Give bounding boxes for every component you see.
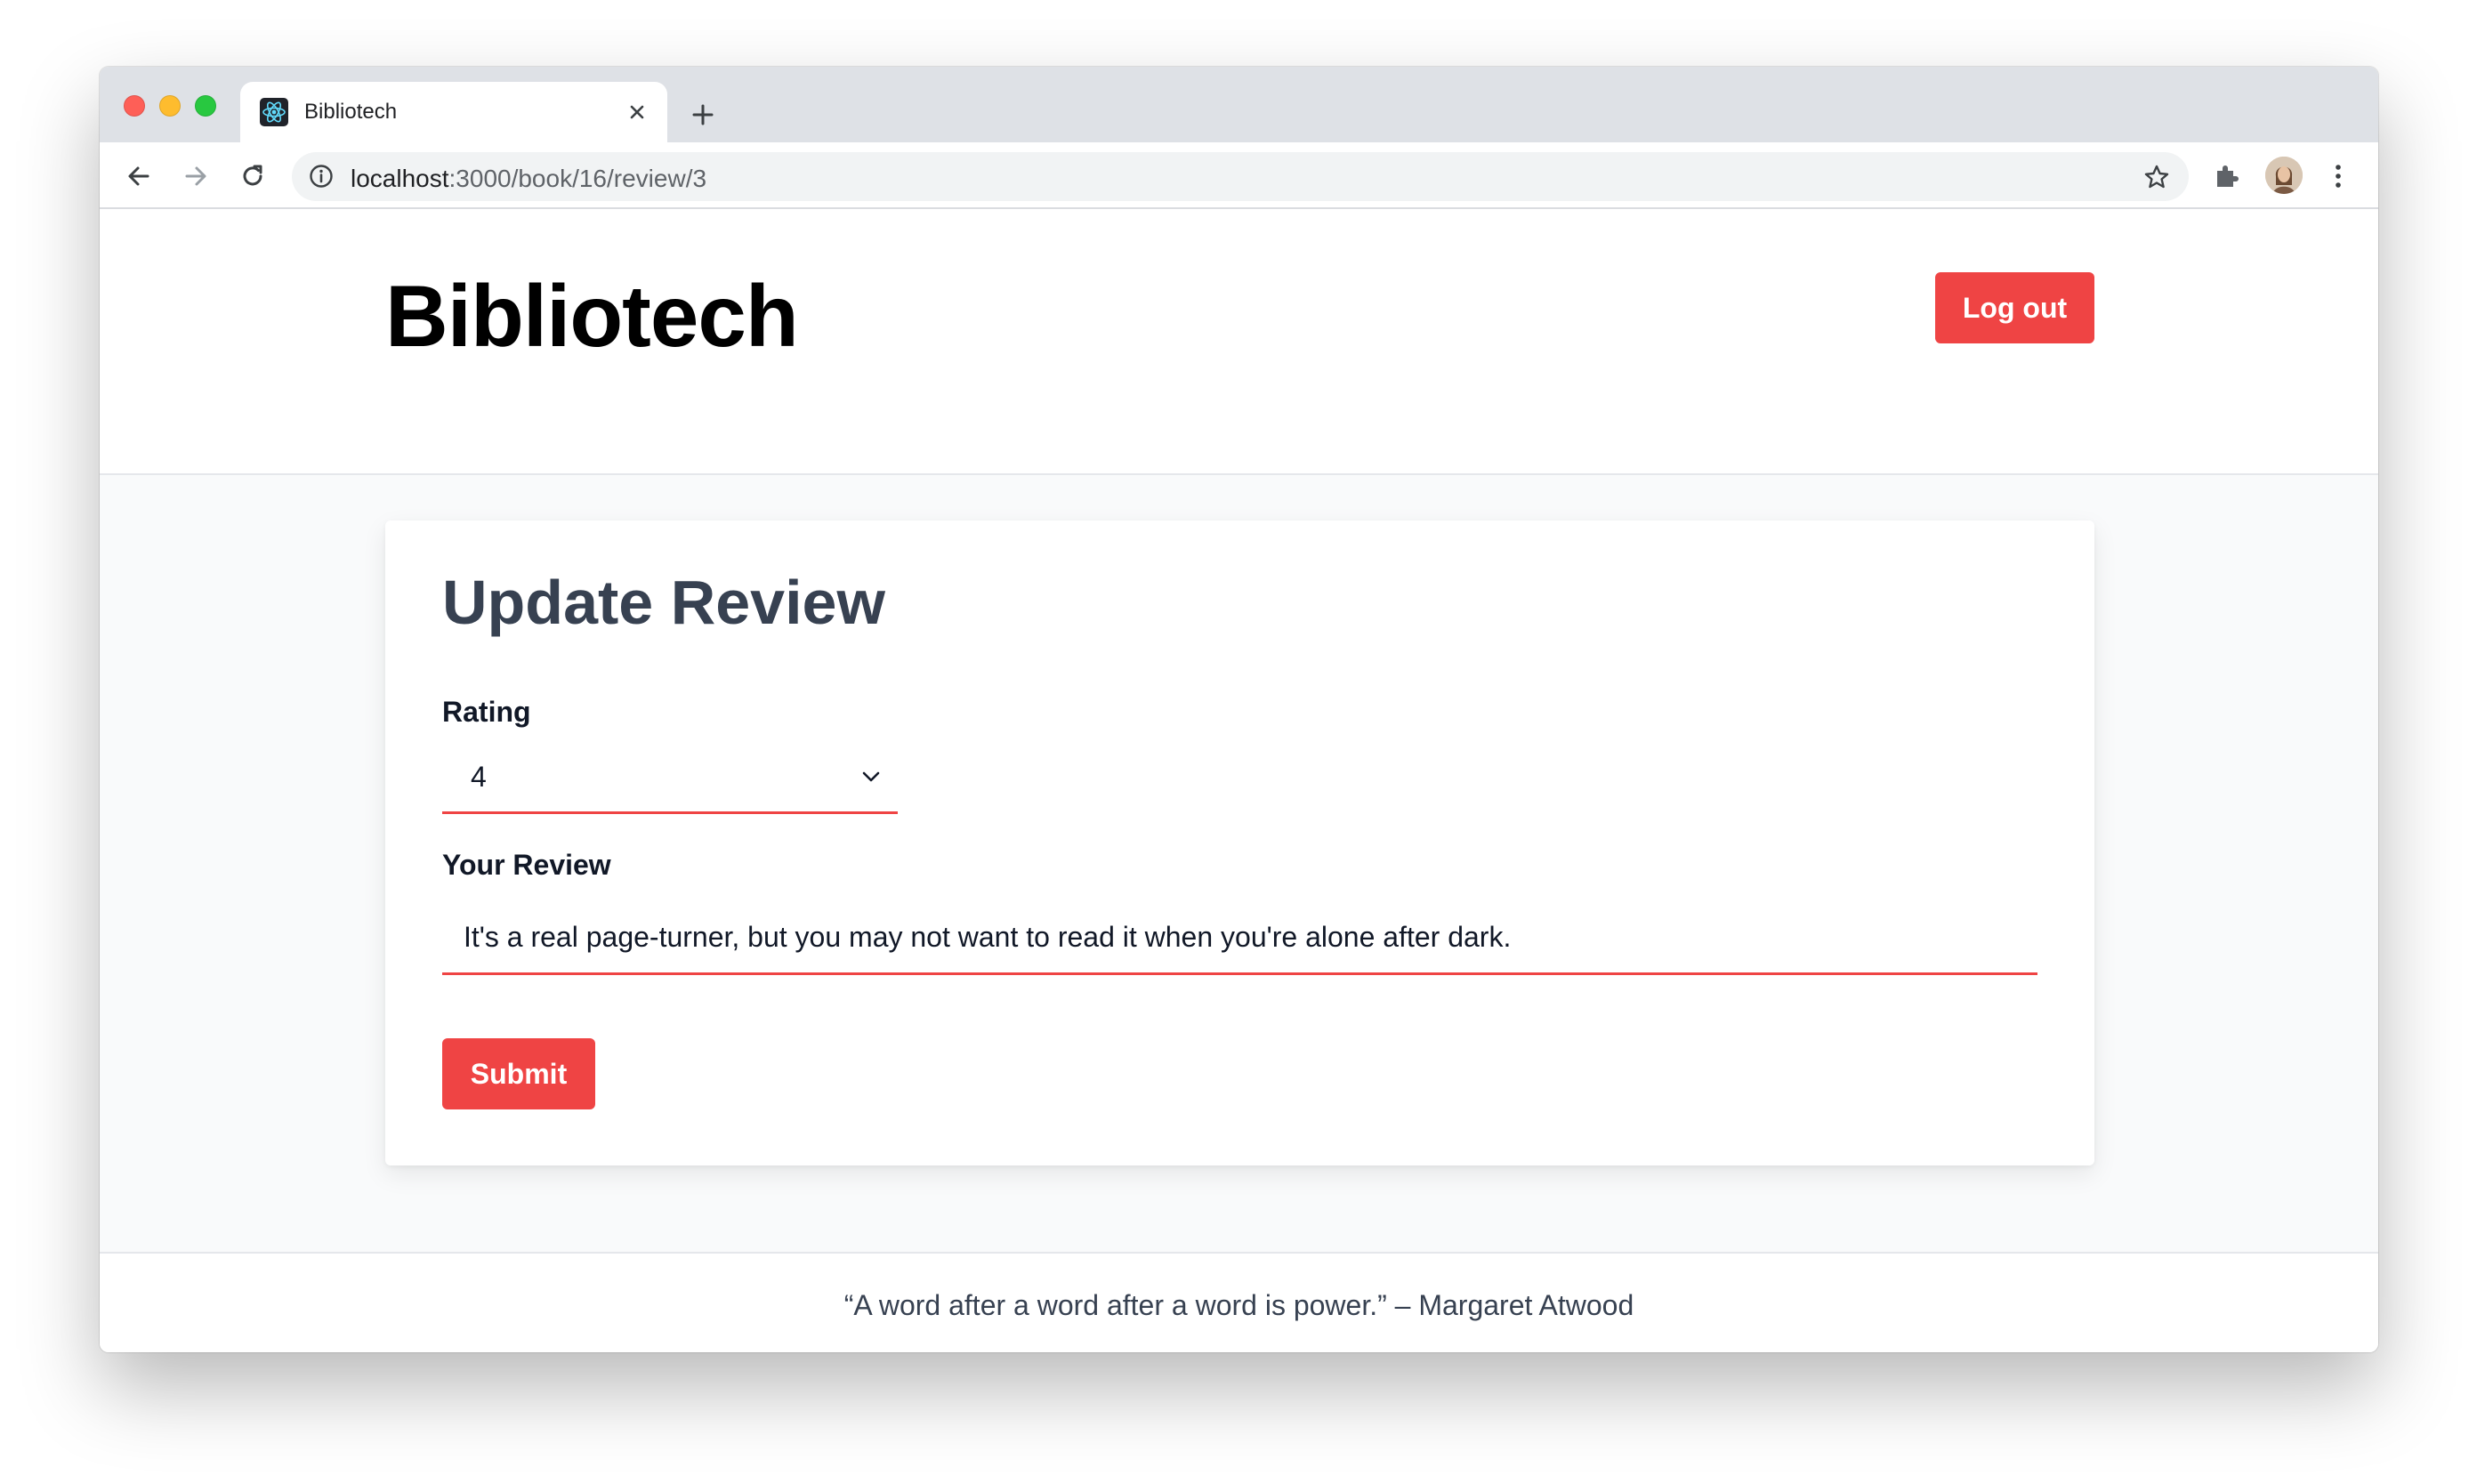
new-tab-plus-icon[interactable]: [685, 97, 721, 133]
chevron-down-icon: [859, 764, 883, 789]
close-window-button[interactable]: [124, 95, 145, 117]
browser-toolbar: localhost:3000/book/16/review/3: [100, 142, 2378, 209]
page-title: Update Review: [442, 568, 885, 637]
site-header: Bibliotech Log out: [100, 209, 2378, 475]
address-bar[interactable]: localhost:3000/book/16/review/3: [292, 152, 2189, 201]
url-path: :3000/book/16/review/3: [448, 165, 707, 192]
extensions-puzzle-icon[interactable]: [2208, 158, 2244, 194]
review-label: Your Review: [442, 849, 611, 881]
reload-icon[interactable]: [235, 158, 270, 194]
tab-title: Bibliotech: [304, 100, 398, 124]
browser-window: Bibliotech localhost:3000/book/16/review…: [100, 67, 2378, 1352]
forward-arrow-icon[interactable]: [178, 158, 214, 194]
browser-tab[interactable]: Bibliotech: [240, 82, 667, 142]
rating-select-value: 4: [471, 761, 487, 793]
minimize-window-button[interactable]: [159, 95, 181, 117]
url-text: localhost:3000/book/16/review/3: [351, 165, 706, 193]
react-icon: [260, 98, 288, 126]
review-input[interactable]: It's a real page-turner, but you may not…: [442, 899, 2037, 975]
more-menu-icon[interactable]: [2320, 158, 2356, 194]
url-host: localhost: [351, 165, 449, 192]
info-icon[interactable]: [308, 163, 335, 190]
tab-strip: Bibliotech: [100, 67, 2378, 142]
back-arrow-icon[interactable]: [121, 158, 157, 194]
maximize-window-button[interactable]: [195, 95, 216, 117]
rating-label: Rating: [442, 696, 531, 728]
footer-quote: “A word after a word after a word is pow…: [843, 1289, 1634, 1321]
review-input-value: It's a real page-turner, but you may not…: [464, 921, 1512, 953]
site-logo[interactable]: Bibliotech: [385, 266, 799, 367]
site-footer: “A word after a word after a word is pow…: [100, 1252, 2378, 1352]
profile-avatar[interactable]: [2265, 157, 2303, 194]
review-form-card: Update Review Rating 4 Your Review It's …: [385, 520, 2094, 1165]
submit-button[interactable]: Submit: [442, 1038, 595, 1109]
web-page: Bibliotech Log out Update Review Rating …: [100, 209, 2378, 1352]
tab-close-icon[interactable]: [623, 98, 651, 126]
logout-button[interactable]: Log out: [1935, 272, 2094, 343]
bookmark-star-icon[interactable]: [2142, 163, 2171, 191]
rating-select[interactable]: 4: [442, 743, 898, 814]
